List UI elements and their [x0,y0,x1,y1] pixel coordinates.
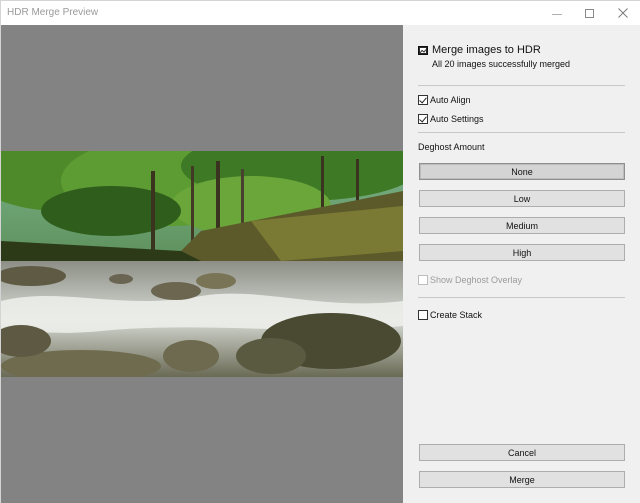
close-button[interactable] [605,1,640,25]
divider [418,297,625,298]
auto-align-checkbox[interactable]: Auto Align [418,95,471,105]
deghost-medium-button[interactable]: Medium [419,217,625,234]
maximize-icon [584,8,594,18]
deghost-amount-label: Deghost Amount [418,142,485,152]
cancel-button[interactable]: Cancel [419,444,625,461]
show-deghost-overlay-checkbox: Show Deghost Overlay [418,275,522,285]
show-deghost-overlay-label: Show Deghost Overlay [430,275,523,285]
deghost-high-button[interactable]: High [419,244,625,261]
panel-title: Merge images to HDR [432,44,541,56]
merge-status-text: All 20 images successfully merged [432,59,571,69]
checkbox-box[interactable] [418,95,428,105]
deghost-low-button[interactable]: Low [419,190,625,207]
hdr-merge-icon [418,45,428,55]
close-icon [618,8,628,18]
checkbox-box [418,275,428,285]
merge-button[interactable]: Merge [419,471,625,488]
checkbox-box[interactable] [418,114,428,124]
hdr-preview-image [1,151,403,377]
auto-settings-label: Auto Settings [430,114,484,124]
checkbox-box[interactable] [418,310,428,320]
create-stack-label: Create Stack [430,310,483,320]
minimize-icon [552,13,562,15]
deghost-none-button[interactable]: None [419,163,625,180]
maximize-button[interactable] [571,1,607,25]
create-stack-checkbox[interactable]: Create Stack [418,310,482,320]
panel-header: Merge images to HDR [418,44,541,56]
hdr-merge-preview-window: HDR Merge Preview Merge images to HDR Al… [0,0,640,503]
divider [418,85,625,86]
divider [418,132,625,133]
title-bar: HDR Merge Preview [1,1,640,25]
auto-align-label: Auto Align [430,95,471,105]
auto-settings-checkbox[interactable]: Auto Settings [418,114,484,124]
window-title: HDR Merge Preview [7,7,99,18]
preview-area [1,25,403,503]
minimize-button[interactable] [539,1,575,25]
merge-settings-panel: Merge images to HDR All 20 images succes… [403,25,640,503]
